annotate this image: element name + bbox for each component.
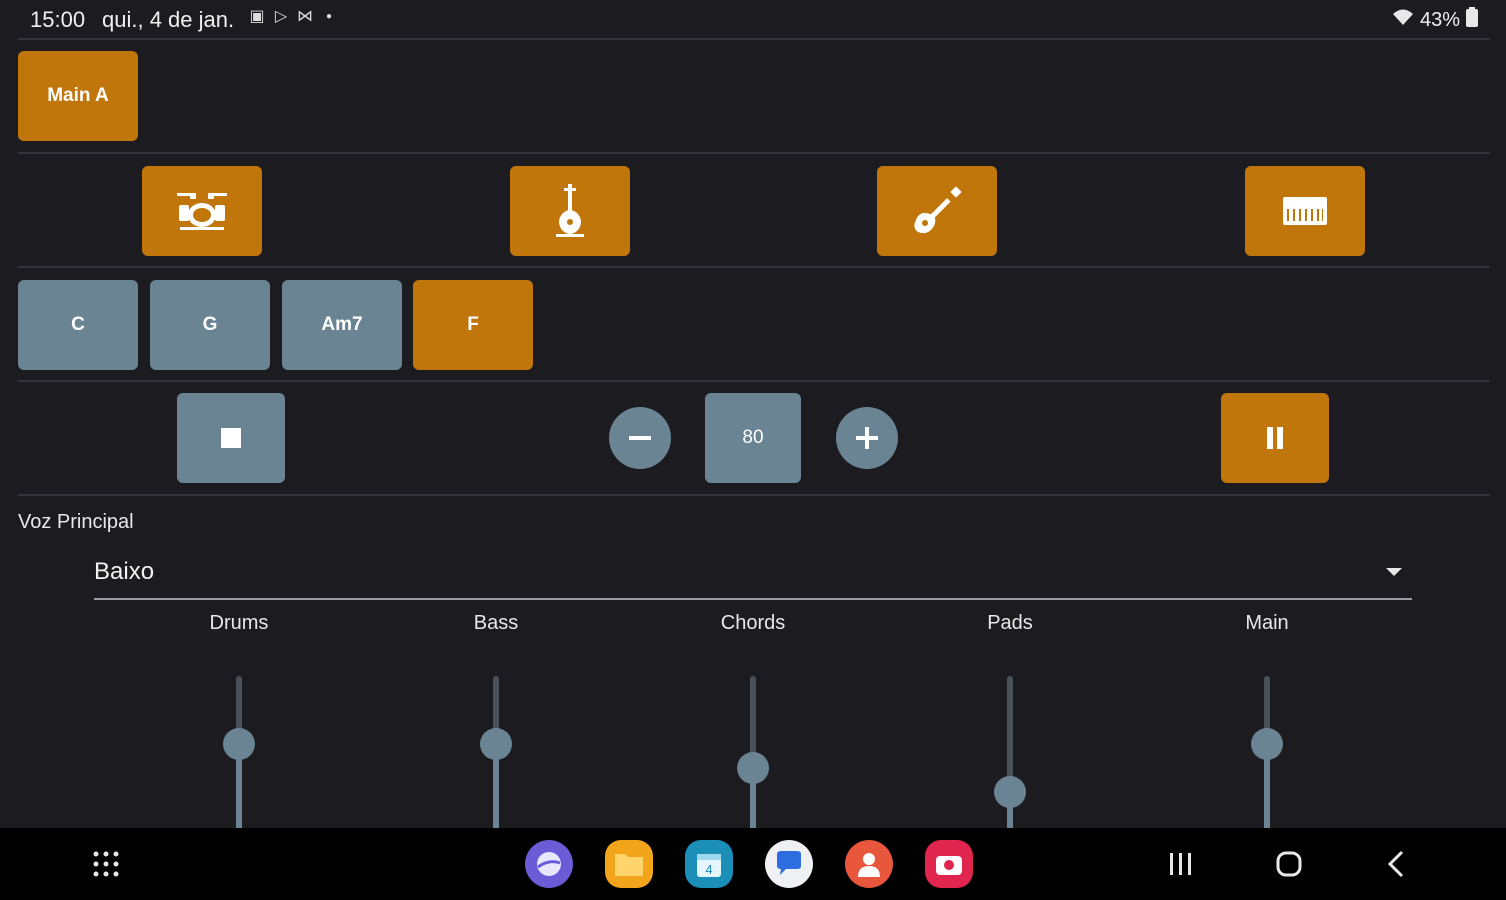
calendar-app-icon[interactable]: 4 [685, 840, 733, 888]
tempo-display[interactable]: 80 [705, 393, 801, 483]
status-time: 15:00 [30, 7, 86, 32]
recent-apps-icon[interactable] [1168, 852, 1194, 881]
divider [18, 38, 1490, 40]
files-app-icon[interactable] [605, 840, 653, 888]
stop-button[interactable] [177, 393, 285, 483]
browser-app-icon[interactable] [525, 840, 573, 888]
guitar-button[interactable] [877, 166, 997, 256]
voice-selected: Baixo [94, 558, 155, 585]
minus-icon [629, 436, 651, 440]
navigation-bar: 4 [0, 828, 1506, 900]
chord-label: G [202, 314, 218, 335]
contacts-app-icon[interactable] [845, 840, 893, 888]
play-icon: ▷ [274, 8, 288, 25]
divider [18, 152, 1490, 154]
slider-thumb[interactable] [1251, 727, 1283, 760]
style-main-a-button[interactable]: Main A [18, 51, 138, 141]
mixer-label-main: Main [1245, 612, 1289, 634]
slider-thumb[interactable] [223, 727, 255, 760]
style-label: Main A [47, 85, 109, 106]
divider [18, 266, 1490, 268]
slider-main[interactable] [1247, 676, 1287, 830]
chord-c-button[interactable]: C [18, 280, 138, 370]
divider [18, 380, 1490, 382]
back-icon[interactable] [1386, 850, 1406, 883]
tempo-increase-button[interactable] [836, 407, 898, 469]
tempo-decrease-button[interactable] [609, 407, 671, 469]
slider-thumb[interactable] [480, 727, 512, 760]
chord-label: Am7 [321, 314, 363, 335]
battery-percent: 43% [1419, 8, 1460, 31]
stop-icon [221, 428, 241, 448]
status-date: qui., 4 de jan. [102, 7, 235, 32]
apps-grid-icon[interactable] [92, 850, 120, 883]
slider-thumb[interactable] [737, 752, 769, 785]
slider-drums[interactable] [219, 676, 259, 830]
mail-icon: ⋈ [297, 8, 313, 25]
gallery-icon: ▣ [249, 8, 265, 25]
bass-button[interactable] [510, 166, 630, 256]
camera-app-icon[interactable] [925, 840, 973, 888]
status-right: 43% [1392, 7, 1478, 33]
svg-text:4: 4 [705, 862, 712, 877]
keyboard-icon [1283, 197, 1327, 225]
mixer-label-chords: Chords [720, 612, 786, 634]
tempo-value: 80 [742, 427, 764, 448]
keyboard-button[interactable] [1245, 166, 1365, 256]
chord-am7-button[interactable]: Am7 [282, 280, 402, 370]
mixer-label-bass: Bass [473, 612, 519, 634]
slider-pads[interactable] [990, 676, 1030, 830]
home-icon[interactable] [1276, 851, 1302, 882]
chord-label: F [467, 314, 479, 335]
drums-icon [177, 193, 227, 230]
slider-chords[interactable] [733, 676, 773, 830]
dot-icon: ● [325, 11, 333, 22]
chord-g-button[interactable]: G [150, 280, 270, 370]
notification-icons: ▣ ▷ ⋈ ● [248, 8, 338, 26]
pause-icon [1267, 427, 1283, 449]
bass-icon [556, 184, 584, 237]
status-bar: 15:00 qui., 4 de jan. ▣ ▷ ⋈ ● 43% [0, 0, 1506, 38]
chord-label: C [71, 314, 85, 335]
voice-label: Voz Principal [18, 511, 134, 533]
chord-f-button[interactable]: F [413, 280, 533, 370]
guitar-icon [914, 186, 962, 234]
battery-icon [1466, 7, 1478, 33]
wifi-icon [1392, 8, 1414, 32]
messages-app-icon[interactable] [765, 840, 813, 888]
mixer-label-pads: Pads [987, 612, 1033, 634]
plus-icon [856, 427, 878, 449]
drums-button[interactable] [142, 166, 262, 256]
pause-button[interactable] [1221, 393, 1329, 483]
slider-bass[interactable] [476, 676, 516, 830]
mixer-label-drums: Drums [209, 612, 269, 634]
divider [18, 494, 1490, 496]
voice-dropdown[interactable]: Baixo [94, 552, 1412, 600]
chevron-down-icon [1386, 568, 1402, 576]
slider-thumb[interactable] [994, 776, 1026, 809]
